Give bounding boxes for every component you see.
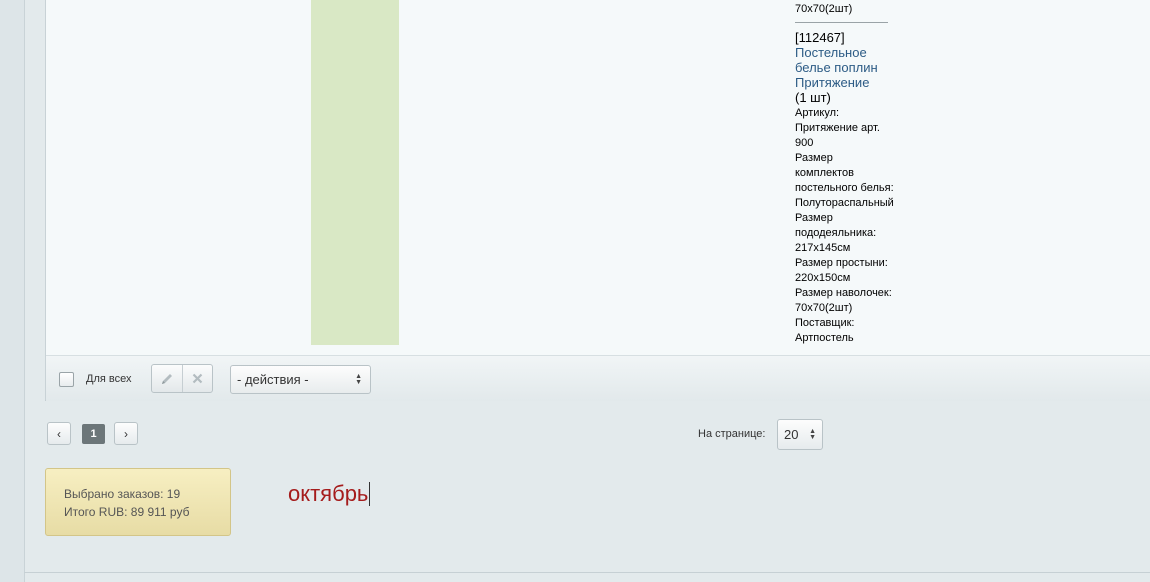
close-icon <box>192 373 203 384</box>
item-property-line: 70х70(2шт) <box>795 302 853 314</box>
per-page-label: На странице: <box>698 428 766 440</box>
item-property-line: Размер <box>795 152 833 164</box>
item-property-line: Артпостель <box>795 332 854 344</box>
group-action-buttons <box>151 364 213 393</box>
delete-button[interactable] <box>183 365 213 392</box>
order-item: [112467] Постельное белье поплин Притяже… <box>795 30 905 346</box>
item-property-line: Притяжение арт. <box>795 122 880 134</box>
item-name-line[interactable]: белье поплин <box>795 60 905 75</box>
per-page-value: 20 <box>784 427 799 442</box>
select-arrows-icon: ▲ ▼ <box>355 373 362 386</box>
item-property-line: Поставщик: <box>795 317 855 329</box>
actions-select-value: - действия - <box>237 372 309 387</box>
item-property-line: Размер простыни: <box>795 257 888 269</box>
item-property-line: 900 <box>795 137 814 149</box>
item-code: [112467] <box>795 30 845 45</box>
item-name-link[interactable]: Постельное белье поплин Притяжение <box>795 45 905 90</box>
item-separator <box>795 22 888 23</box>
list-footer-bar: Для всех - действия - ▲ ▼ <box>46 355 1150 401</box>
next-page-button[interactable]: › <box>114 422 138 445</box>
edit-button[interactable] <box>152 365 183 392</box>
orders-summary-box: Выбрано заказов: 19 Итого RUB: 89 911 ру… <box>45 468 231 536</box>
chevron-right-icon: › <box>124 426 128 441</box>
month-note-value: октябрь <box>288 481 369 506</box>
text-caret <box>369 482 371 506</box>
select-arrows-icon: ▲ ▼ <box>809 428 816 441</box>
current-page-number[interactable]: 1 <box>82 424 105 444</box>
item-property-line: 217х145см <box>795 242 851 254</box>
status-color-column <box>311 0 399 345</box>
item-property-line: Размер наволочек: <box>795 287 892 299</box>
previous-item-tail: 70х70(2шт) <box>795 3 853 15</box>
orders-list-panel: 70х70(2шт) [112467] Постельное белье поп… <box>45 0 1150 401</box>
item-property-line: комплектов <box>795 167 854 179</box>
item-name-line[interactable]: Притяжение <box>795 75 905 90</box>
per-page-select[interactable]: 20 ▲ ▼ <box>777 419 823 450</box>
item-properties: Артикул: Притяжение арт. 900 Размер комп… <box>795 106 905 346</box>
item-property-line: постельного белья: <box>795 182 894 194</box>
item-name-line[interactable]: Постельное <box>795 45 905 60</box>
orders-total: Итого RUB: 89 911 руб <box>64 505 190 519</box>
item-quantity: (1 шт) <box>795 90 831 105</box>
item-property-line: Размер <box>795 212 833 224</box>
actions-select[interactable]: - действия - ▲ ▼ <box>230 365 371 394</box>
item-property-line: Полутораспальный <box>795 197 894 209</box>
left-gutter <box>0 0 25 582</box>
chevron-left-icon: ‹ <box>57 426 61 441</box>
item-property-line: пододеяльника: <box>795 227 877 239</box>
bottom-divider <box>24 572 1150 573</box>
prev-page-button[interactable]: ‹ <box>47 422 71 445</box>
month-note-text[interactable]: октябрь <box>288 481 371 507</box>
pencil-icon <box>161 373 172 384</box>
selected-orders-count: Выбрано заказов: 19 <box>64 487 181 501</box>
for-all-label[interactable]: Для всех <box>86 373 131 385</box>
item-property-line: 220х150см <box>795 272 851 284</box>
item-property-line: Артикул: <box>795 107 840 119</box>
select-all-checkbox[interactable] <box>59 372 74 387</box>
